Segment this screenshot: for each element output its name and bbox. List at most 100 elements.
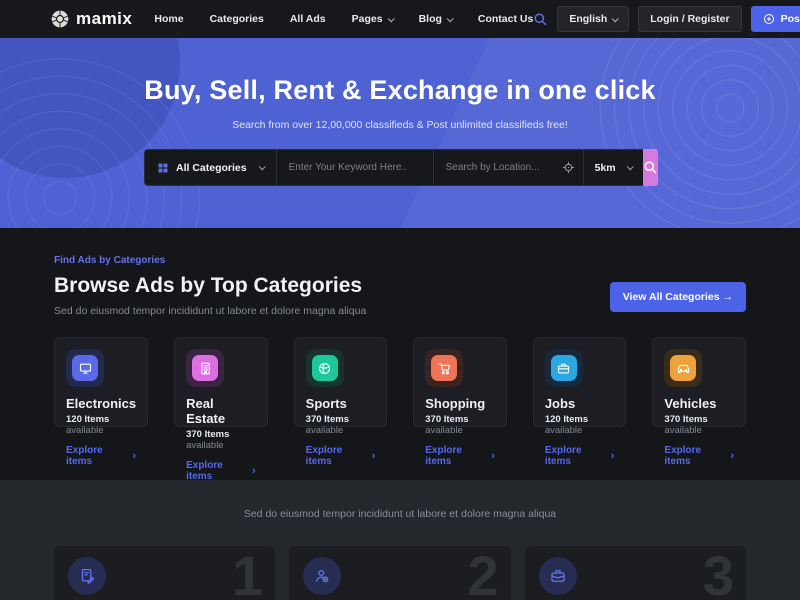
hero-title: Buy, Sell, Rent & Exchange in one click (0, 38, 800, 106)
grid-icon (157, 162, 169, 174)
category-items-count: 120 Items available (66, 414, 136, 436)
category-card-real-estate[interactable]: Real Estate 370 Items available Explore … (174, 337, 268, 427)
brand-name: mamix (76, 9, 132, 29)
categories-header-row: Browse Ads by Top Categories Sed do eius… (54, 274, 746, 317)
keyword-input[interactable] (277, 162, 433, 173)
chevron-right-icon: › (252, 466, 256, 477)
category-items-count: 370 Items available (306, 414, 376, 436)
user-add-icon (303, 557, 341, 595)
location-segment (434, 150, 584, 185)
search-submit-button[interactable] (643, 149, 658, 186)
view-all-categories-button[interactable]: View All Categories → (610, 282, 746, 312)
category-icon-wrap (545, 349, 583, 387)
category-icon-wrap (66, 349, 104, 387)
language-dropdown[interactable]: English (557, 6, 629, 32)
plus-circle-icon (763, 13, 775, 25)
search-icon[interactable] (533, 12, 548, 27)
explore-items-link[interactable]: Explore items› (664, 445, 734, 467)
nav-blog-label: Blog (419, 13, 442, 25)
category-icon-wrap (186, 349, 224, 387)
page: mamix Home Categories All Ads Pages Blog… (0, 0, 800, 600)
locate-target-icon[interactable] (562, 161, 575, 174)
category-items-count: 370 Items available (186, 429, 256, 451)
nav-categories[interactable]: Categories (210, 13, 264, 25)
explore-items-link[interactable]: Explore items› (425, 445, 495, 467)
step-card-start-earning[interactable]: 3 Start Earning Sed do eiusmod tempor in… (525, 546, 746, 600)
nav-pages[interactable]: Pages (352, 13, 393, 25)
step-number: 2 (468, 548, 499, 600)
chevron-right-icon: › (611, 451, 615, 462)
step-card-post-advert[interactable]: 2 Post An Advert Sed do eiusmod tempor i… (289, 546, 510, 600)
category-card-electronics[interactable]: Electronics 120 Items available Explore … (54, 337, 148, 427)
chevron-right-icon: › (491, 451, 495, 462)
main-nav: Home Categories All Ads Pages Blog Conta… (154, 13, 533, 25)
step-card-create-account[interactable]: 1 Create An Account Sed do eiusmod tempo… (54, 546, 275, 600)
category-name: Electronics (66, 396, 136, 411)
categories-heading-group: Browse Ads by Top Categories Sed do eius… (54, 274, 366, 317)
step-number: 3 (703, 548, 734, 600)
nav-all-ads[interactable]: All Ads (290, 13, 326, 25)
navbar: mamix Home Categories All Ads Pages Blog… (0, 0, 800, 38)
chevron-down-icon (612, 15, 619, 22)
post-your-ad-label: Post Your Ad (781, 13, 800, 25)
step-number: 1 (232, 548, 263, 600)
category-name: Jobs (545, 396, 615, 411)
explore-items-link[interactable]: Explore items› (306, 445, 376, 467)
hero-search-bar: All Categories 5km (144, 149, 656, 186)
building-icon (192, 355, 218, 381)
chevron-right-icon: › (372, 451, 376, 462)
hero-section: Buy, Sell, Rent & Exchange in one click … (0, 38, 800, 228)
post-your-ad-button[interactable]: Post Your Ad (751, 6, 800, 32)
category-items-count: 370 Items available (425, 414, 495, 436)
chevron-right-icon: › (132, 451, 136, 462)
radius-dropdown[interactable]: 5km (584, 150, 643, 185)
briefcase-icon (539, 557, 577, 595)
category-name: Sports (306, 396, 376, 411)
nav-blog[interactable]: Blog (419, 13, 452, 25)
briefcase-icon (551, 355, 577, 381)
chevron-down-icon (626, 163, 633, 170)
navbar-actions: English Login / Register Post Your Ad (533, 6, 800, 32)
chevron-down-icon (387, 15, 394, 22)
monitor-icon (72, 355, 98, 381)
category-items-count: 120 Items available (545, 414, 615, 436)
chevron-right-icon: › (730, 451, 734, 462)
category-items-count: 370 Items available (664, 414, 734, 436)
explore-items-link[interactable]: Explore items› (66, 445, 136, 467)
categories-subtitle: Sed do eiusmod tempor incididunt ut labo… (54, 305, 366, 317)
category-card-vehicles[interactable]: Vehicles 370 Items available Explore ite… (652, 337, 746, 427)
category-dropdown-label: All Categories (176, 162, 247, 174)
category-card-shopping[interactable]: Shopping 370 Items available Explore ite… (413, 337, 507, 427)
ball-icon (312, 355, 338, 381)
category-dropdown[interactable]: All Categories (145, 150, 277, 185)
mamix-logo-icon (50, 9, 70, 29)
category-card-grid: Electronics 120 Items available Explore … (54, 337, 746, 427)
car-icon (670, 355, 696, 381)
search-icon (643, 160, 658, 175)
category-icon-wrap (306, 349, 344, 387)
explore-items-link[interactable]: Explore items› (186, 460, 256, 482)
how-it-works-subtitle: Sed do eiusmod tempor incididunt ut labo… (54, 508, 746, 520)
category-icon-wrap (425, 349, 463, 387)
hero-subtitle: Search from over 12,00,000 classifieds &… (0, 119, 800, 131)
how-it-works-section: Sed do eiusmod tempor incididunt ut labo… (0, 480, 800, 600)
categories-section: Find Ads by Categories Browse Ads by Top… (0, 228, 800, 427)
category-name: Vehicles (664, 396, 734, 411)
steps-grid: 1 Create An Account Sed do eiusmod tempo… (54, 546, 746, 600)
nav-pages-label: Pages (352, 13, 383, 25)
category-icon-wrap (664, 349, 702, 387)
category-card-sports[interactable]: Sports 370 Items available Explore items… (294, 337, 388, 427)
keyword-segment (277, 150, 434, 185)
cart-icon (431, 355, 457, 381)
categories-title: Browse Ads by Top Categories (54, 274, 366, 298)
language-label: English (569, 13, 607, 25)
nav-home[interactable]: Home (154, 13, 183, 25)
categories-eyebrow: Find Ads by Categories (54, 255, 746, 266)
explore-items-link[interactable]: Explore items› (545, 445, 615, 467)
brand-logo[interactable]: mamix (50, 9, 132, 29)
location-input[interactable] (434, 162, 562, 173)
category-card-jobs[interactable]: Jobs 120 Items available Explore items› (533, 337, 627, 427)
chevron-down-icon (258, 163, 265, 170)
login-register-button[interactable]: Login / Register (638, 6, 741, 32)
nav-contact-us[interactable]: Contact Us (478, 13, 533, 25)
